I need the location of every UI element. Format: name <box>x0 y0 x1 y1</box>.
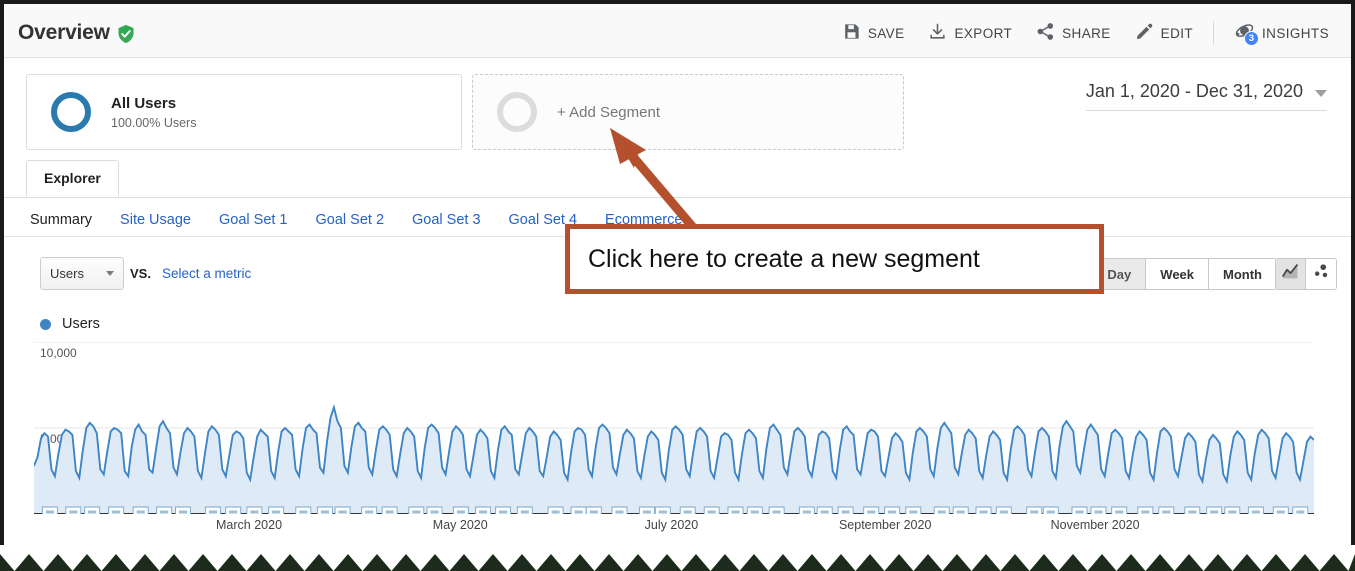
export-button[interactable]: EXPORT <box>916 19 1024 47</box>
torn-edge-decoration <box>0 545 1355 571</box>
select-a-metric-link[interactable]: Select a metric <box>162 266 251 281</box>
x-axis-tick-label: July 2020 <box>644 518 699 532</box>
users-time-series-chart[interactable] <box>34 341 1314 522</box>
edit-button[interactable]: EDIT <box>1123 19 1205 47</box>
header-toolbar: SAVE EXPORT SHARE EDIT 3 INSIGHTS <box>830 18 1341 48</box>
download-icon <box>928 22 947 44</box>
sub-tab-site-usage[interactable]: Site Usage <box>120 212 191 228</box>
legend-label-users: Users <box>62 316 100 332</box>
insights-button[interactable]: 3 INSIGHTS <box>1222 18 1341 48</box>
line-chart-view-button[interactable] <box>1276 259 1306 289</box>
page-title: Overview <box>18 21 110 44</box>
line-chart-icon <box>1281 262 1300 286</box>
insights-badge: 3 <box>1244 31 1260 46</box>
add-segment-label: + Add Segment <box>557 103 660 121</box>
x-axis-labels: March 2020 May 2020 July 2020 September 202… <box>34 518 1314 538</box>
vs-label: VS. <box>130 266 151 281</box>
scatter-plot-icon <box>1312 262 1331 286</box>
toolbar-divider <box>1213 21 1215 45</box>
legend-dot-users <box>40 318 51 330</box>
segment-ring-icon <box>51 92 91 132</box>
insights-label: INSIGHTS <box>1262 25 1329 41</box>
chart-panel: Users 10,000 5,000 March 2020 May 2020 Jul… <box>4 306 1351 541</box>
x-axis-tick-label: September 2020 <box>838 518 932 532</box>
share-label: SHARE <box>1062 25 1111 41</box>
sub-tab-goal-set-1[interactable]: Goal Set 1 <box>219 212 288 228</box>
export-label: EXPORT <box>954 25 1013 41</box>
date-range-label: Jan 1, 2020 - Dec 31, 2020 <box>1085 81 1303 101</box>
segment-card-all-users[interactable]: All Users 100.00% Users <box>26 74 462 150</box>
save-label: SAVE <box>867 25 905 41</box>
add-segment-ring-icon <box>497 92 537 132</box>
annotation-callout: Click here to create a new segment <box>565 224 1104 294</box>
edit-label: EDIT <box>1160 25 1194 41</box>
pencil-icon <box>1135 22 1154 44</box>
granularity-month[interactable]: Month <box>1209 259 1276 289</box>
chart-legend[interactable]: Users <box>40 316 100 332</box>
segment-text: All Users 100.00% Users <box>111 94 196 131</box>
x-axis-tick-label: November 2020 <box>1050 518 1140 532</box>
share-icon <box>1036 22 1055 44</box>
scatter-plot-view-button[interactable] <box>1306 259 1336 289</box>
share-button[interactable]: SHARE <box>1024 19 1123 47</box>
segment-title: All Users <box>111 94 177 112</box>
x-axis-tick-label: May 2020 <box>432 518 488 532</box>
metric-select-value: Users <box>50 266 84 281</box>
save-floppy-icon <box>842 22 861 44</box>
chevron-down-icon <box>1315 90 1327 97</box>
tab-explorer[interactable]: Explorer <box>26 160 119 196</box>
granularity-week[interactable]: Week <box>1146 259 1210 289</box>
save-button[interactable]: SAVE <box>830 19 917 47</box>
sub-tab-summary[interactable]: Summary <box>30 212 92 228</box>
annotation-text: Click here to create a new segment <box>588 244 980 273</box>
date-range-picker[interactable]: Jan 1, 2020 - Dec 31, 2020 <box>1085 81 1327 111</box>
metric-select[interactable]: Users <box>40 257 124 290</box>
analytics-window: Overview SAVE EXPORT SHARE EDIT 3 INSIGH… <box>0 0 1355 560</box>
chart-view-toggle <box>1275 258 1337 290</box>
sub-tab-goal-set-2[interactable]: Goal Set 2 <box>316 212 385 228</box>
chevron-down-icon <box>106 271 114 276</box>
screenshot-root: Overview SAVE EXPORT SHARE EDIT 3 INSIGH… <box>0 0 1355 571</box>
page-header: Overview SAVE EXPORT SHARE EDIT 3 INSIGH… <box>4 4 1351 58</box>
sub-tab-goal-set-3[interactable]: Goal Set 3 <box>412 212 481 228</box>
shield-check-icon <box>116 24 136 44</box>
chart-svg <box>34 341 1314 522</box>
segment-subtitle: 100.00% Users <box>111 116 197 131</box>
x-axis-tick-label: March 2020 <box>216 518 283 532</box>
